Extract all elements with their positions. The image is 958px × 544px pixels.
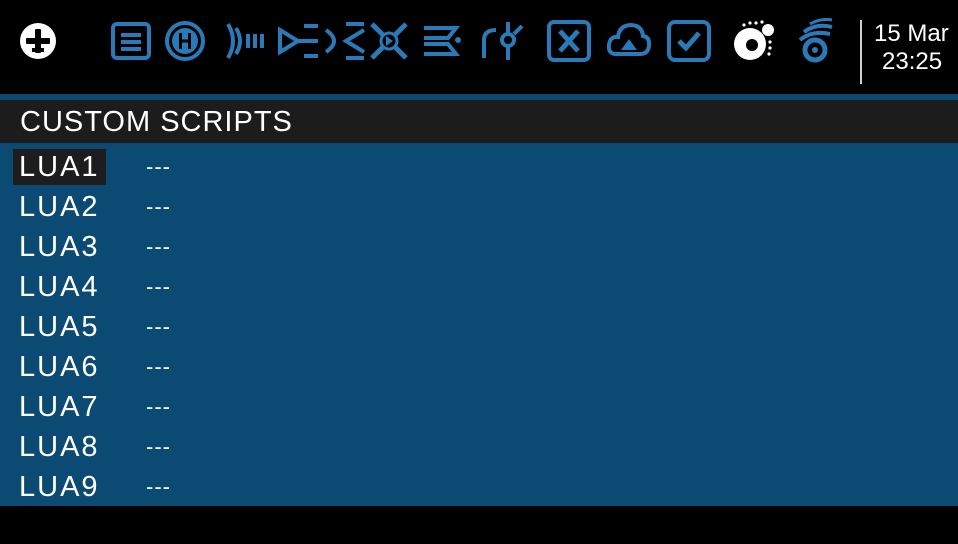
time-text: 23:25 [882,48,943,75]
radio-settings-icon[interactable] [15,18,61,64]
page-title-bar: CUSTOM SCRIPTS [0,100,958,143]
checklist-icon[interactable] [666,18,712,64]
screen: 15 Mar 23:25 CUSTOM SCRIPTS LUA1 --- LUA… [0,0,958,544]
script-value[interactable]: --- [146,469,171,505]
outputs-icon[interactable] [322,18,368,64]
custom-scripts-icon[interactable] [730,18,776,64]
script-name[interactable]: LUA6 [13,349,106,385]
script-list: LUA1 --- LUA2 --- LUA3 --- LUA4 --- LUA5… [0,143,958,506]
script-value[interactable]: --- [146,309,171,345]
logical-switches-icon[interactable] [418,18,464,64]
script-value[interactable]: --- [146,269,171,305]
script-name[interactable]: LUA3 [13,229,106,265]
global-variables-icon[interactable] [478,18,524,64]
telemetry-icon[interactable] [606,18,652,64]
script-row-lua1[interactable]: LUA1 --- [0,146,958,186]
curves-icon[interactable] [366,18,412,64]
script-row-lua7[interactable]: LUA7 --- [0,386,958,426]
script-value[interactable]: --- [146,429,171,465]
script-value[interactable]: --- [146,389,171,425]
top-toolbar: 15 Mar 23:25 [0,0,958,94]
script-name[interactable]: LUA2 [13,189,106,225]
script-value[interactable]: --- [146,229,171,265]
trainer-icon[interactable] [792,18,838,64]
script-row-lua5[interactable]: LUA5 --- [0,306,958,346]
page-title: CUSTOM SCRIPTS [20,106,293,138]
model-list-icon[interactable] [108,18,154,64]
script-value[interactable]: --- [146,149,171,185]
script-name[interactable]: LUA4 [13,269,106,305]
inputs-icon[interactable] [222,18,268,64]
script-row-lua6[interactable]: LUA6 --- [0,346,958,386]
script-name[interactable]: LUA9 [13,469,106,505]
bottom-bar [0,506,958,544]
script-value[interactable]: --- [146,189,171,225]
script-row-lua9[interactable]: LUA9 --- [0,466,958,506]
script-value[interactable]: --- [146,349,171,385]
script-row-lua8[interactable]: LUA8 --- [0,426,958,466]
script-name-selected[interactable]: LUA1 [13,149,106,185]
date-text: 15 Mar [874,20,949,47]
script-row-lua4[interactable]: LUA4 --- [0,266,958,306]
script-name[interactable]: LUA5 [13,309,106,345]
script-row-lua2[interactable]: LUA2 --- [0,186,958,226]
heli-icon[interactable] [162,18,208,64]
special-functions-icon[interactable] [546,18,592,64]
script-row-lua3[interactable]: LUA3 --- [0,226,958,266]
script-name[interactable]: LUA8 [13,429,106,465]
mixer-icon[interactable] [276,18,322,64]
script-name[interactable]: LUA7 [13,389,106,425]
datetime-display: 15 Mar 23:25 [860,20,958,84]
